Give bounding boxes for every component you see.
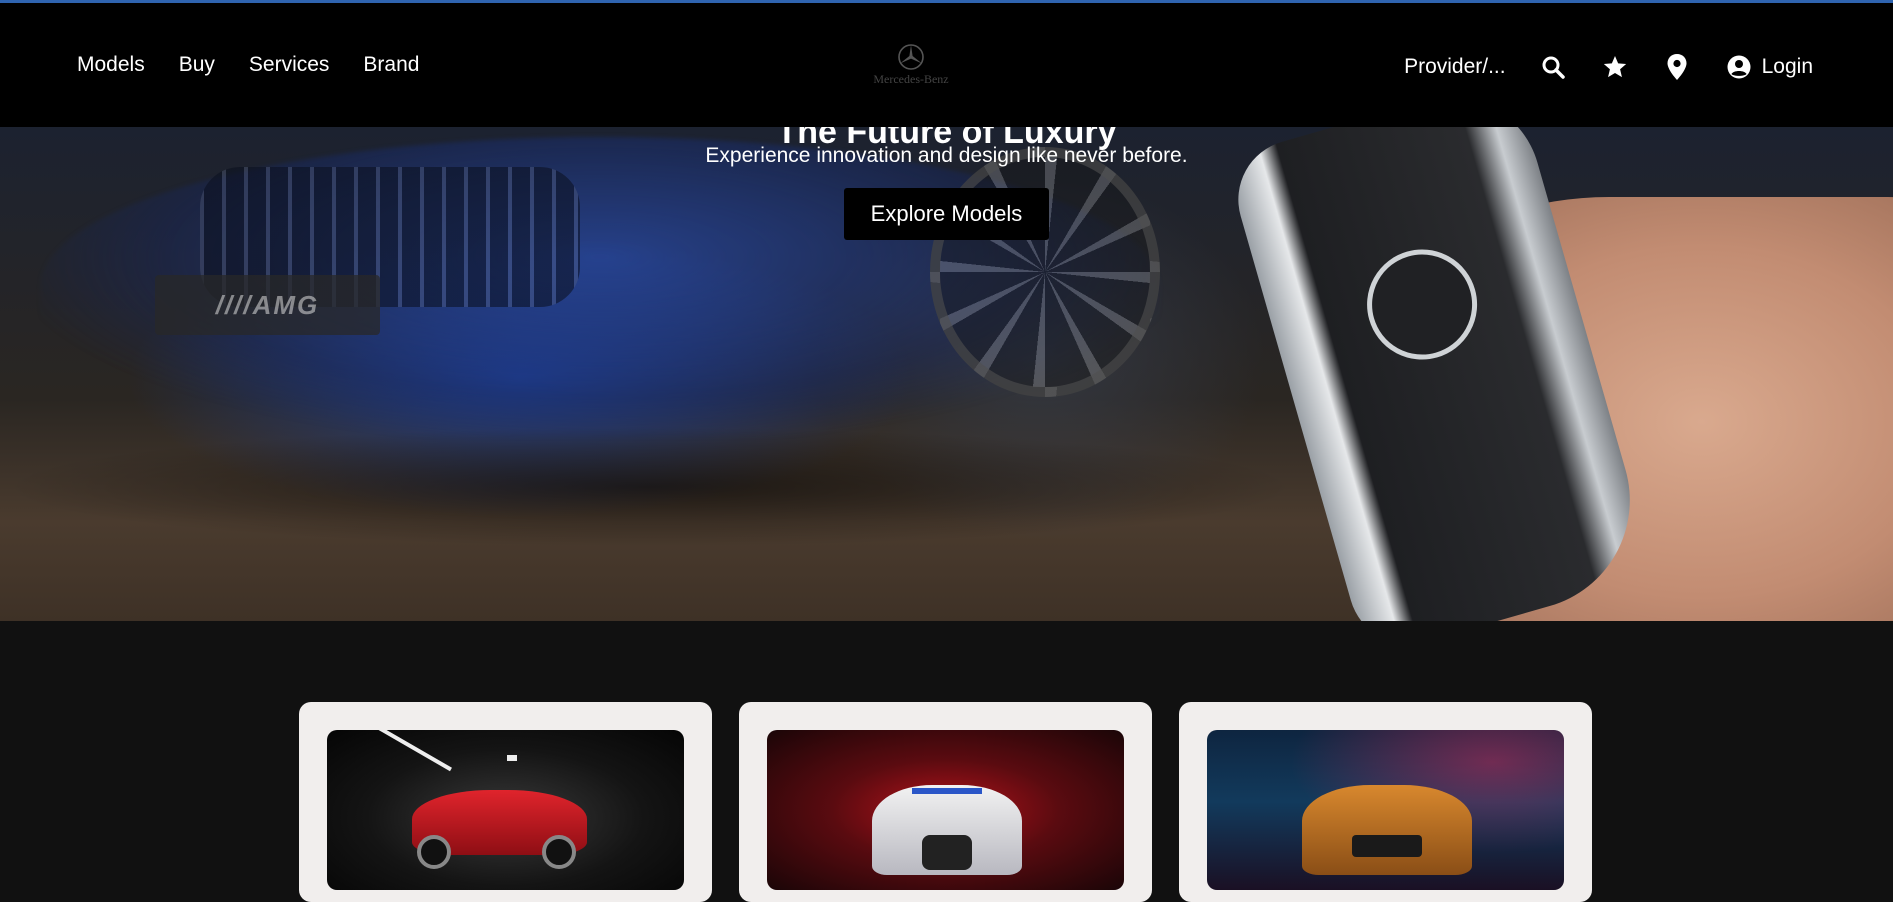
red-sports-car-image bbox=[327, 730, 684, 890]
ceiling-light bbox=[372, 730, 452, 772]
search-icon[interactable] bbox=[1538, 52, 1568, 82]
nav-link-models[interactable]: Models bbox=[77, 53, 145, 77]
model-card[interactable] bbox=[299, 702, 712, 902]
orange-muscle-car-image bbox=[1207, 730, 1564, 890]
car-stripe bbox=[912, 788, 982, 794]
hero-content: The Future of Luxury Experience innovati… bbox=[0, 113, 1893, 240]
car-grille bbox=[1352, 835, 1422, 857]
nav-actions: Provider/... Login bbox=[1404, 47, 1813, 87]
brand-logo[interactable]: Mercedes-Benz bbox=[866, 43, 956, 93]
car-wheel bbox=[542, 835, 576, 869]
login-button[interactable]: Login bbox=[1724, 52, 1813, 82]
logo-text: Mercedes-Benz bbox=[873, 72, 949, 86]
key-logo bbox=[1354, 236, 1491, 373]
hero-car-plate: ////AMG bbox=[155, 275, 380, 335]
provider-link[interactable]: Provider/... bbox=[1404, 55, 1506, 79]
car-shape bbox=[1302, 785, 1472, 875]
wall-lamp bbox=[507, 755, 517, 761]
account-circle-icon bbox=[1724, 52, 1754, 82]
location-pin-icon[interactable] bbox=[1662, 52, 1692, 82]
model-cards bbox=[299, 702, 1599, 902]
nav-link-brand[interactable]: Brand bbox=[363, 53, 419, 77]
nav-link-services[interactable]: Services bbox=[249, 53, 330, 77]
main-nav: Models Buy Services Brand bbox=[77, 53, 453, 77]
car-grille bbox=[922, 835, 972, 870]
star-icon[interactable] bbox=[1600, 52, 1630, 82]
hero-subtitle: Experience innovation and design like ne… bbox=[705, 144, 1188, 167]
top-accent-line bbox=[0, 0, 1893, 3]
white-race-car-image bbox=[767, 730, 1124, 890]
login-label: Login bbox=[1761, 55, 1813, 78]
model-card[interactable] bbox=[739, 702, 1152, 902]
mercedes-star-icon bbox=[898, 44, 924, 70]
car-wheel bbox=[417, 835, 451, 869]
hero-car-shadow bbox=[0, 427, 1300, 547]
explore-models-button[interactable]: Explore Models bbox=[843, 188, 1050, 240]
plate-text: ////AMG bbox=[215, 290, 320, 320]
nav-link-buy[interactable]: Buy bbox=[179, 53, 215, 77]
model-card[interactable] bbox=[1179, 702, 1592, 902]
navbar: Models Buy Services Brand Mercedes-Benz … bbox=[0, 3, 1893, 127]
